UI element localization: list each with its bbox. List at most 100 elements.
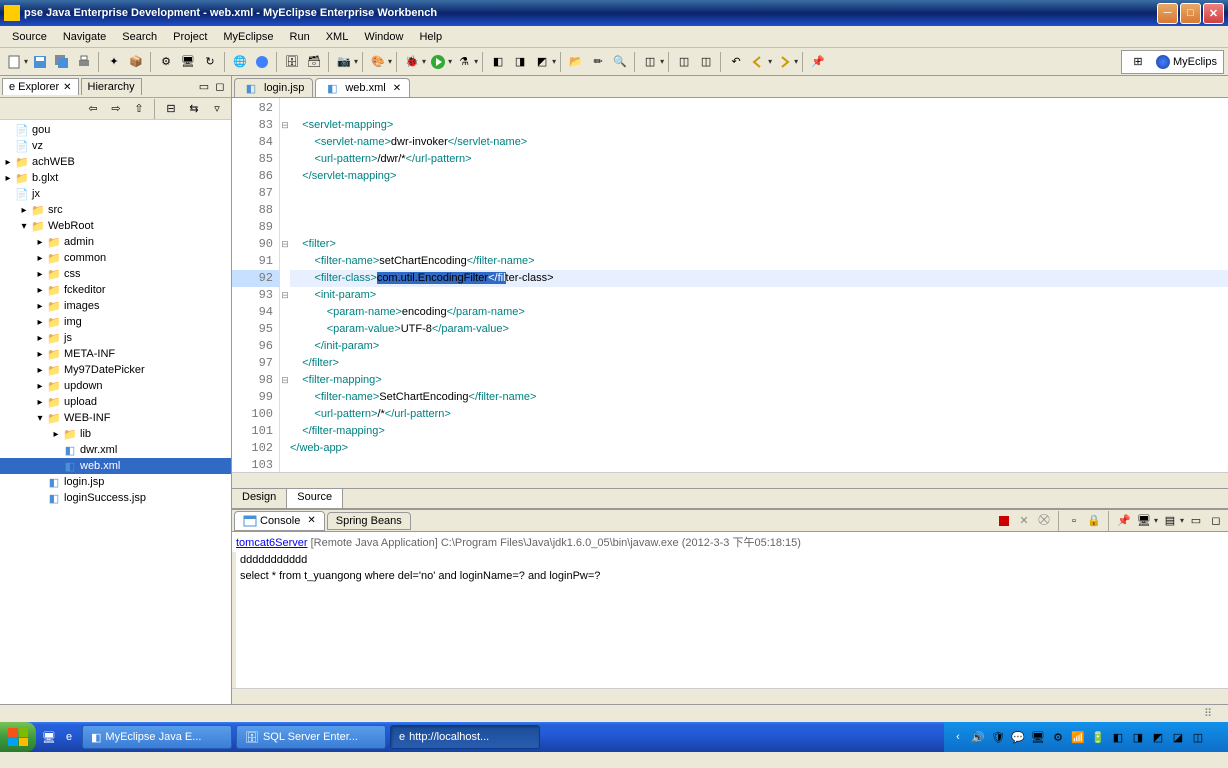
tree-item-images[interactable]: ▸images: [0, 298, 231, 314]
nav2-icon[interactable]: ◫: [674, 52, 694, 72]
code-line[interactable]: </filter-mapping>: [290, 423, 1228, 440]
explorer-tab[interactable]: e Explorer ✕: [2, 78, 79, 95]
code-line[interactable]: [290, 219, 1228, 236]
tool1-icon[interactable]: ◧: [488, 52, 508, 72]
tree-item-lib[interactable]: ▸lib: [0, 426, 231, 442]
console-output[interactable]: dddddddddddselect * from t_yuangong wher…: [232, 552, 1228, 688]
fold-marker-icon[interactable]: ⊟: [280, 372, 290, 389]
tray-icon-11[interactable]: ◪: [1170, 729, 1186, 745]
code-line[interactable]: <param-name>encoding</param-name>: [290, 304, 1228, 321]
ie-quicklaunch-icon[interactable]: e: [60, 728, 78, 746]
tree-item-upload[interactable]: ▸upload: [0, 394, 231, 410]
code-editor[interactable]: 8283848586878889909192939495969798991001…: [232, 98, 1228, 472]
search-icon[interactable]: 🔍: [610, 52, 630, 72]
close-editor-tab-icon[interactable]: ✕: [393, 83, 401, 94]
project-wizard-icon[interactable]: ✦: [104, 52, 124, 72]
hierarchy-tab[interactable]: Hierarchy: [81, 78, 142, 95]
tree-expander-icon[interactable]: ▸: [34, 381, 46, 392]
code-line[interactable]: <param-value>UTF-8</param-value>: [290, 321, 1228, 338]
tree-item-updown[interactable]: ▸updown: [0, 378, 231, 394]
menu-help[interactable]: Help: [411, 29, 450, 45]
close-button[interactable]: ✕: [1203, 3, 1224, 24]
back-icon[interactable]: [748, 52, 768, 72]
code-line[interactable]: <filter-mapping>: [290, 372, 1228, 389]
up-nav-icon[interactable]: ⇧: [129, 99, 149, 119]
folder-open-icon[interactable]: 📂: [566, 52, 586, 72]
code-line[interactable]: <filter-class>com.util.EncodingFilter</f…: [290, 270, 1228, 287]
menu-source[interactable]: Source: [4, 29, 55, 45]
nav1-icon[interactable]: ◫: [640, 52, 660, 72]
debug-icon[interactable]: 🐞: [402, 52, 422, 72]
tree-expander-icon[interactable]: ▸: [2, 157, 14, 168]
show-desktop-icon[interactable]: 🖥: [40, 728, 58, 746]
code-line[interactable]: </filter>: [290, 355, 1228, 372]
run-icon[interactable]: [428, 52, 448, 72]
tree-expander-icon[interactable]: ▸: [2, 173, 14, 184]
db2-icon[interactable]: 🗃: [304, 52, 324, 72]
tree-item-dwr-xml[interactable]: dwr.xml: [0, 442, 231, 458]
tree-item-css[interactable]: ▸css: [0, 266, 231, 282]
spring-beans-tab[interactable]: Spring Beans: [327, 512, 411, 530]
globe-icon[interactable]: [252, 52, 272, 72]
design-tab[interactable]: Design: [232, 489, 287, 508]
tray-icon-7[interactable]: 🔋: [1090, 729, 1106, 745]
tray-icon-6[interactable]: 📶: [1070, 729, 1086, 745]
code-line[interactable]: [290, 202, 1228, 219]
tree-item-admin[interactable]: ▸admin: [0, 234, 231, 250]
tray-icon-12[interactable]: ◫: [1190, 729, 1206, 745]
save-icon[interactable]: [30, 52, 50, 72]
tray-icon-1[interactable]: 🔊: [970, 729, 986, 745]
back-nav-icon[interactable]: ⇦: [83, 99, 103, 119]
camera-icon[interactable]: 📷: [334, 52, 354, 72]
tree-item-b-glxt[interactable]: ▸b.glxt: [0, 170, 231, 186]
tree-item-js[interactable]: ▸js: [0, 330, 231, 346]
menu-window[interactable]: Window: [356, 29, 411, 45]
code-line[interactable]: [290, 100, 1228, 117]
code-line[interactable]: <init-param>: [290, 287, 1228, 304]
code-content[interactable]: <servlet-mapping> <servlet-name>dwr-invo…: [290, 98, 1228, 472]
minimize-button[interactable]: ─: [1157, 3, 1178, 24]
editor-tab-login-jsp[interactable]: login.jsp: [234, 78, 313, 97]
tree-item-gou[interactable]: gou: [0, 122, 231, 138]
scroll-lock-icon[interactable]: 🔒: [1086, 513, 1102, 529]
tool2-icon[interactable]: ◨: [510, 52, 530, 72]
perspective-switcher[interactable]: ⊞ MyEclips: [1121, 50, 1224, 74]
code-line[interactable]: <filter>: [290, 236, 1228, 253]
code-line[interactable]: <servlet-mapping>: [290, 117, 1228, 134]
forward-icon[interactable]: [774, 52, 794, 72]
tray-icon-10[interactable]: ◩: [1150, 729, 1166, 745]
paint-icon[interactable]: 🎨: [368, 52, 388, 72]
tool3-icon[interactable]: ◩: [532, 52, 552, 72]
start-button[interactable]: [0, 722, 36, 752]
tree-item-src[interactable]: ▸src: [0, 202, 231, 218]
deploy-icon[interactable]: ⚙: [156, 52, 176, 72]
code-line[interactable]: [290, 185, 1228, 202]
code-line[interactable]: <filter-name>SetChartEncoding</filter-na…: [290, 389, 1228, 406]
fwd-nav-icon[interactable]: ⇨: [106, 99, 126, 119]
tree-item-common[interactable]: ▸common: [0, 250, 231, 266]
code-line[interactable]: <servlet-name>dwr-invoker</servlet-name>: [290, 134, 1228, 151]
close-explorer-tab-icon[interactable]: ✕: [63, 82, 71, 93]
taskbar-myeclipse[interactable]: ◧ MyEclipse Java E...: [82, 725, 232, 749]
remove-launch-icon[interactable]: ✕: [1016, 513, 1032, 529]
menu-run[interactable]: Run: [282, 29, 318, 45]
min-console-icon[interactable]: ▭: [1188, 513, 1204, 529]
terminate-icon[interactable]: [996, 513, 1012, 529]
tray-icon-5[interactable]: ⚙: [1050, 729, 1066, 745]
menu-project[interactable]: Project: [165, 29, 215, 45]
console-process-link[interactable]: tomcat6Server: [236, 537, 308, 549]
tray-icon-2[interactable]: 🛡: [990, 729, 1006, 745]
tree-item-jx[interactable]: jx: [0, 186, 231, 202]
wand-icon[interactable]: ✏: [588, 52, 608, 72]
fold-column[interactable]: ⊟⊟⊟⊟: [280, 98, 290, 472]
editor-tab-web-xml[interactable]: web.xml ✕: [315, 78, 410, 97]
menu-search[interactable]: Search: [114, 29, 165, 45]
tree-item-webroot[interactable]: ▾WebRoot: [0, 218, 231, 234]
tree-expander-icon[interactable]: ▸: [34, 397, 46, 408]
clear-console-icon[interactable]: ▫: [1066, 513, 1082, 529]
tree-expander-icon[interactable]: ▸: [34, 333, 46, 344]
tray-icon-3[interactable]: 💬: [1010, 729, 1026, 745]
view-menu-icon[interactable]: ▿: [207, 99, 227, 119]
maximize-view-icon[interactable]: ◻: [213, 80, 227, 94]
open-console-icon[interactable]: ▤: [1162, 513, 1178, 529]
